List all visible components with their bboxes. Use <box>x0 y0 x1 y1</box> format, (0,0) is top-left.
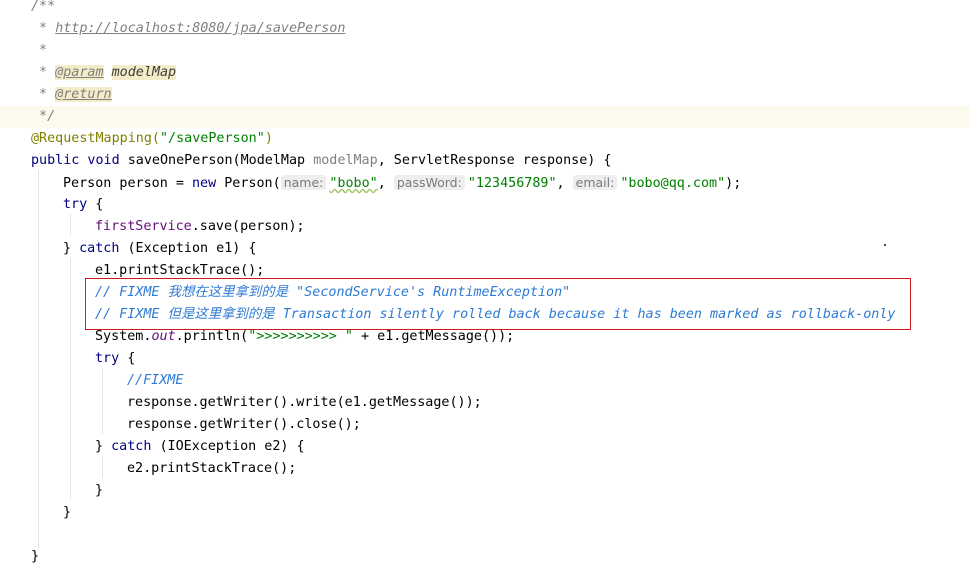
highlight-box <box>85 278 911 330</box>
code-line-8: public void saveOnePerson(ModelMap model… <box>31 153 612 168</box>
parameter-hint-password: passWord: <box>393 175 465 190</box>
gutter-dot <box>884 244 886 246</box>
indent-guide <box>70 214 71 236</box>
code-line-26: } <box>31 549 40 564</box>
code-line-23: } <box>95 483 104 498</box>
code-line-21: } catch (IOException e2) { <box>95 439 305 454</box>
code-line-24: } <box>63 505 72 520</box>
code-line-5: * @return <box>31 87 112 102</box>
indent-guide <box>102 368 103 434</box>
code-line-20: response.getWriter().close(); <box>127 417 361 432</box>
indent-guide <box>70 258 71 500</box>
code-line-22: e2.printStackTrace(); <box>127 461 297 476</box>
code-line-7: @RequestMapping("/savePerson") <box>31 131 273 146</box>
code-line-3: * <box>31 43 48 58</box>
indent-guide <box>102 456 103 478</box>
code-editor[interactable]: /** * http://localhost:8080/jpa/savePers… <box>0 0 970 570</box>
current-line: */ <box>0 106 970 128</box>
code-line-10: try { <box>63 197 104 212</box>
code-line-2: * http://localhost:8080/jpa/savePerson <box>31 21 346 36</box>
code-line-18: //FIXME <box>127 373 184 388</box>
code-line-1: /** <box>31 0 56 14</box>
parameter-hint-name: name: <box>280 175 327 190</box>
indent-guide <box>38 170 39 548</box>
code-line-9: Person person = new Person(name: "bobo", … <box>63 175 742 191</box>
code-line-11: firstService.save(person); <box>95 219 305 234</box>
code-line-17: try { <box>95 351 136 366</box>
code-line-4: * @param modelMap <box>31 65 177 80</box>
code-line-19: response.getWriter().write(e1.getMessage… <box>127 395 482 410</box>
url-link[interactable]: http://localhost:8080/jpa/savePerson <box>55 21 345 36</box>
parameter-hint-email: email: <box>572 175 618 190</box>
code-line-12: } catch (Exception e1) { <box>63 241 257 256</box>
